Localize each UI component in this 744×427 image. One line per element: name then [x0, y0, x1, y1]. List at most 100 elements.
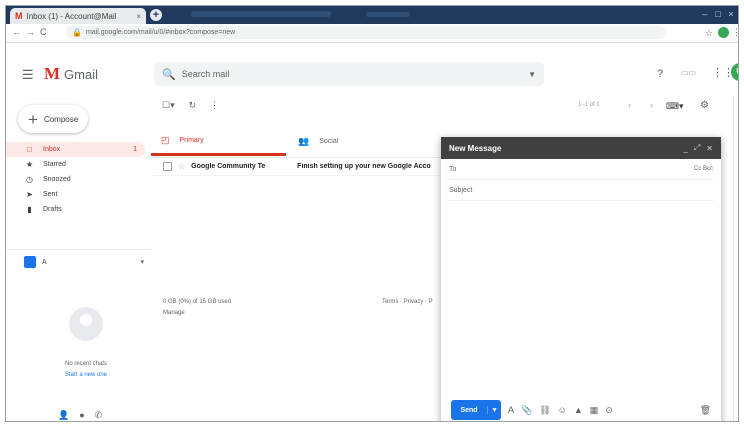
footer-links[interactable]: Terms · Privacy · P	[382, 299, 433, 305]
mail-toolbar: ☐▾ ↻ ⋮	[162, 100, 219, 111]
draft-icon: ▮	[27, 205, 32, 214]
expand-icon[interactable]: ⤢	[694, 143, 700, 153]
hangouts-user-name: A	[42, 258, 47, 266]
gmail-favicon-icon: M	[15, 11, 23, 21]
send-options-icon[interactable]: ▾	[487, 406, 501, 414]
attach-icon[interactable]: 📎	[521, 405, 532, 416]
start-chat-link[interactable]: Start a new one	[56, 372, 116, 378]
inbox-icon: □	[27, 145, 32, 154]
no-chats-text: No recent chats	[64, 361, 108, 367]
phone-icon[interactable]: ✆	[95, 410, 103, 421]
browser-tabstrip: M Inbox (1) - Account@Mail × + – □ ×	[6, 6, 738, 24]
gear-icon[interactable]: ⚙	[700, 100, 709, 111]
manage-storage-link[interactable]: Manage	[163, 310, 185, 316]
browser-toolbar: ← → C 🔒 mail.google.com/mail/u/0/#inbox?…	[6, 24, 738, 43]
send-label: Send	[460, 406, 478, 414]
compose-header[interactable]: New Message _ ⤢ ✕	[441, 137, 721, 159]
compose-button[interactable]: + Compose	[18, 105, 88, 133]
sidebar-item-label: Snoozed	[43, 176, 71, 183]
tabstrip-blurred-area	[191, 11, 331, 17]
chevron-down-icon[interactable]: ▾	[140, 258, 144, 266]
header-blurred-icon: ▭▭	[681, 68, 697, 77]
hangouts-user[interactable]: A ▾	[24, 256, 144, 268]
reload-icon[interactable]: C	[40, 27, 47, 37]
minimize-icon[interactable]: _	[683, 144, 687, 153]
sidebar-item-label: Sent	[43, 191, 58, 198]
search-icon[interactable]: 🔍	[162, 68, 176, 81]
send-icon: ➤	[26, 190, 33, 199]
search-input[interactable]: Search mail	[182, 69, 522, 79]
email-row[interactable]: ☆ Google Community Te Finish setting up …	[151, 158, 441, 176]
tab-label: Social	[319, 138, 339, 145]
sidebar-item-starred[interactable]: ★ Starred	[6, 157, 151, 172]
gmail-m-icon: M	[44, 64, 61, 83]
bookmark-star-icon[interactable]: ☆	[705, 28, 713, 39]
select-checkbox-icon[interactable]: ☐▾	[162, 100, 175, 111]
sidebar-divider	[6, 249, 151, 250]
formatting-icon[interactable]: A	[508, 405, 514, 415]
close-icon[interactable]: ✕	[706, 144, 713, 153]
next-page-icon[interactable]: ›	[650, 100, 653, 110]
email-sender: Google Community Te	[191, 163, 266, 170]
forward-icon[interactable]: →	[26, 27, 35, 37]
row-checkbox[interactable]	[163, 162, 172, 171]
tab-label: Primary	[179, 136, 204, 144]
browser-tab[interactable]: M Inbox (1) - Account@Mail ×	[10, 8, 146, 24]
sidebar-item-drafts[interactable]: ▮ Drafts	[6, 202, 151, 217]
keyboard-icon[interactable]: ⌨▾	[666, 101, 684, 112]
sidebar-item-snoozed[interactable]: ◷ Snoozed	[6, 172, 151, 187]
message-body[interactable]	[441, 201, 721, 391]
refresh-icon[interactable]: ↻	[189, 100, 197, 111]
main-menu-icon[interactable]: ☰	[22, 67, 34, 83]
sidebar-nav: □ Inbox 1 ★ Starred ◷ Snoozed ➤ Sent ▮ D…	[6, 142, 151, 217]
to-field[interactable]: To Cc Bcc	[449, 159, 713, 180]
person-icon[interactable]: 👤	[58, 410, 69, 421]
clock-icon: ◷	[26, 175, 33, 184]
tab-social[interactable]: 👥 Social	[288, 127, 423, 156]
prev-page-icon[interactable]: ‹	[628, 100, 631, 110]
search-options-icon[interactable]: ▼	[528, 70, 536, 79]
hangouts-icon[interactable]: ●	[79, 410, 84, 421]
star-icon: ★	[25, 160, 34, 169]
drive-icon[interactable]: ▲	[574, 405, 583, 415]
minimize-button[interactable]: –	[700, 9, 710, 19]
cc-bcc-link[interactable]: Cc Bcc	[694, 166, 713, 172]
subject-field[interactable]: Subject	[449, 180, 713, 201]
compose-window: New Message _ ⤢ ✕ To Cc Bcc Subject Send…	[441, 137, 721, 421]
help-icon[interactable]: ?	[657, 68, 663, 80]
back-icon[interactable]: ←	[12, 27, 21, 37]
browser-menu-icon[interactable]: ⋮	[732, 27, 738, 38]
confidential-icon[interactable]: ⊙	[605, 405, 613, 416]
people-icon: 👥	[298, 136, 310, 146]
maximize-button[interactable]: □	[713, 9, 723, 19]
photo-icon[interactable]: ▦	[590, 405, 599, 416]
tab-close-icon[interactable]: ×	[136, 12, 141, 21]
sidebar-item-inbox[interactable]: □ Inbox 1	[6, 142, 145, 157]
window-close-button[interactable]: ×	[726, 9, 736, 19]
more-icon[interactable]: ⋮	[210, 100, 219, 111]
emoji-icon[interactable]: ☺	[558, 405, 567, 415]
tab-title: Inbox (1) - Account@Mail	[26, 11, 117, 21]
tabstrip-blurred-area-2	[366, 12, 410, 17]
sidebar-item-sent[interactable]: ➤ Sent	[6, 187, 151, 202]
tab-primary[interactable]: ◰ Primary	[151, 127, 286, 156]
lock-icon: 🔒	[72, 28, 82, 37]
gmail-logo[interactable]: M Gmail	[44, 64, 98, 84]
address-bar[interactable]: 🔒 mail.google.com/mail/u/0/#inbox?compos…	[66, 26, 666, 39]
link-icon[interactable]: ⛓	[539, 405, 550, 416]
trash-icon[interactable]: 🗑	[700, 405, 711, 416]
new-tab-button[interactable]: +	[150, 9, 162, 21]
logo-text: Gmail	[64, 66, 98, 82]
star-icon[interactable]: ☆	[178, 162, 185, 171]
sidebar-bottom-bar: 👤 ● ✆	[58, 410, 102, 421]
subject-placeholder: Subject	[449, 186, 473, 194]
pagination-text: 1–1 of 1	[578, 102, 600, 108]
send-button[interactable]: Send ▾	[451, 400, 501, 420]
hangouts-avatar-icon	[24, 256, 36, 268]
search-bar[interactable]: 🔍 Search mail ▼	[154, 62, 544, 86]
plus-icon: +	[28, 109, 38, 129]
profile-extension-icon[interactable]	[718, 27, 729, 38]
chat-placeholder-icon	[69, 307, 103, 341]
sidebar-item-label: Starred	[43, 161, 66, 168]
email-subject: Finish setting up your new Google Acco	[297, 163, 431, 170]
